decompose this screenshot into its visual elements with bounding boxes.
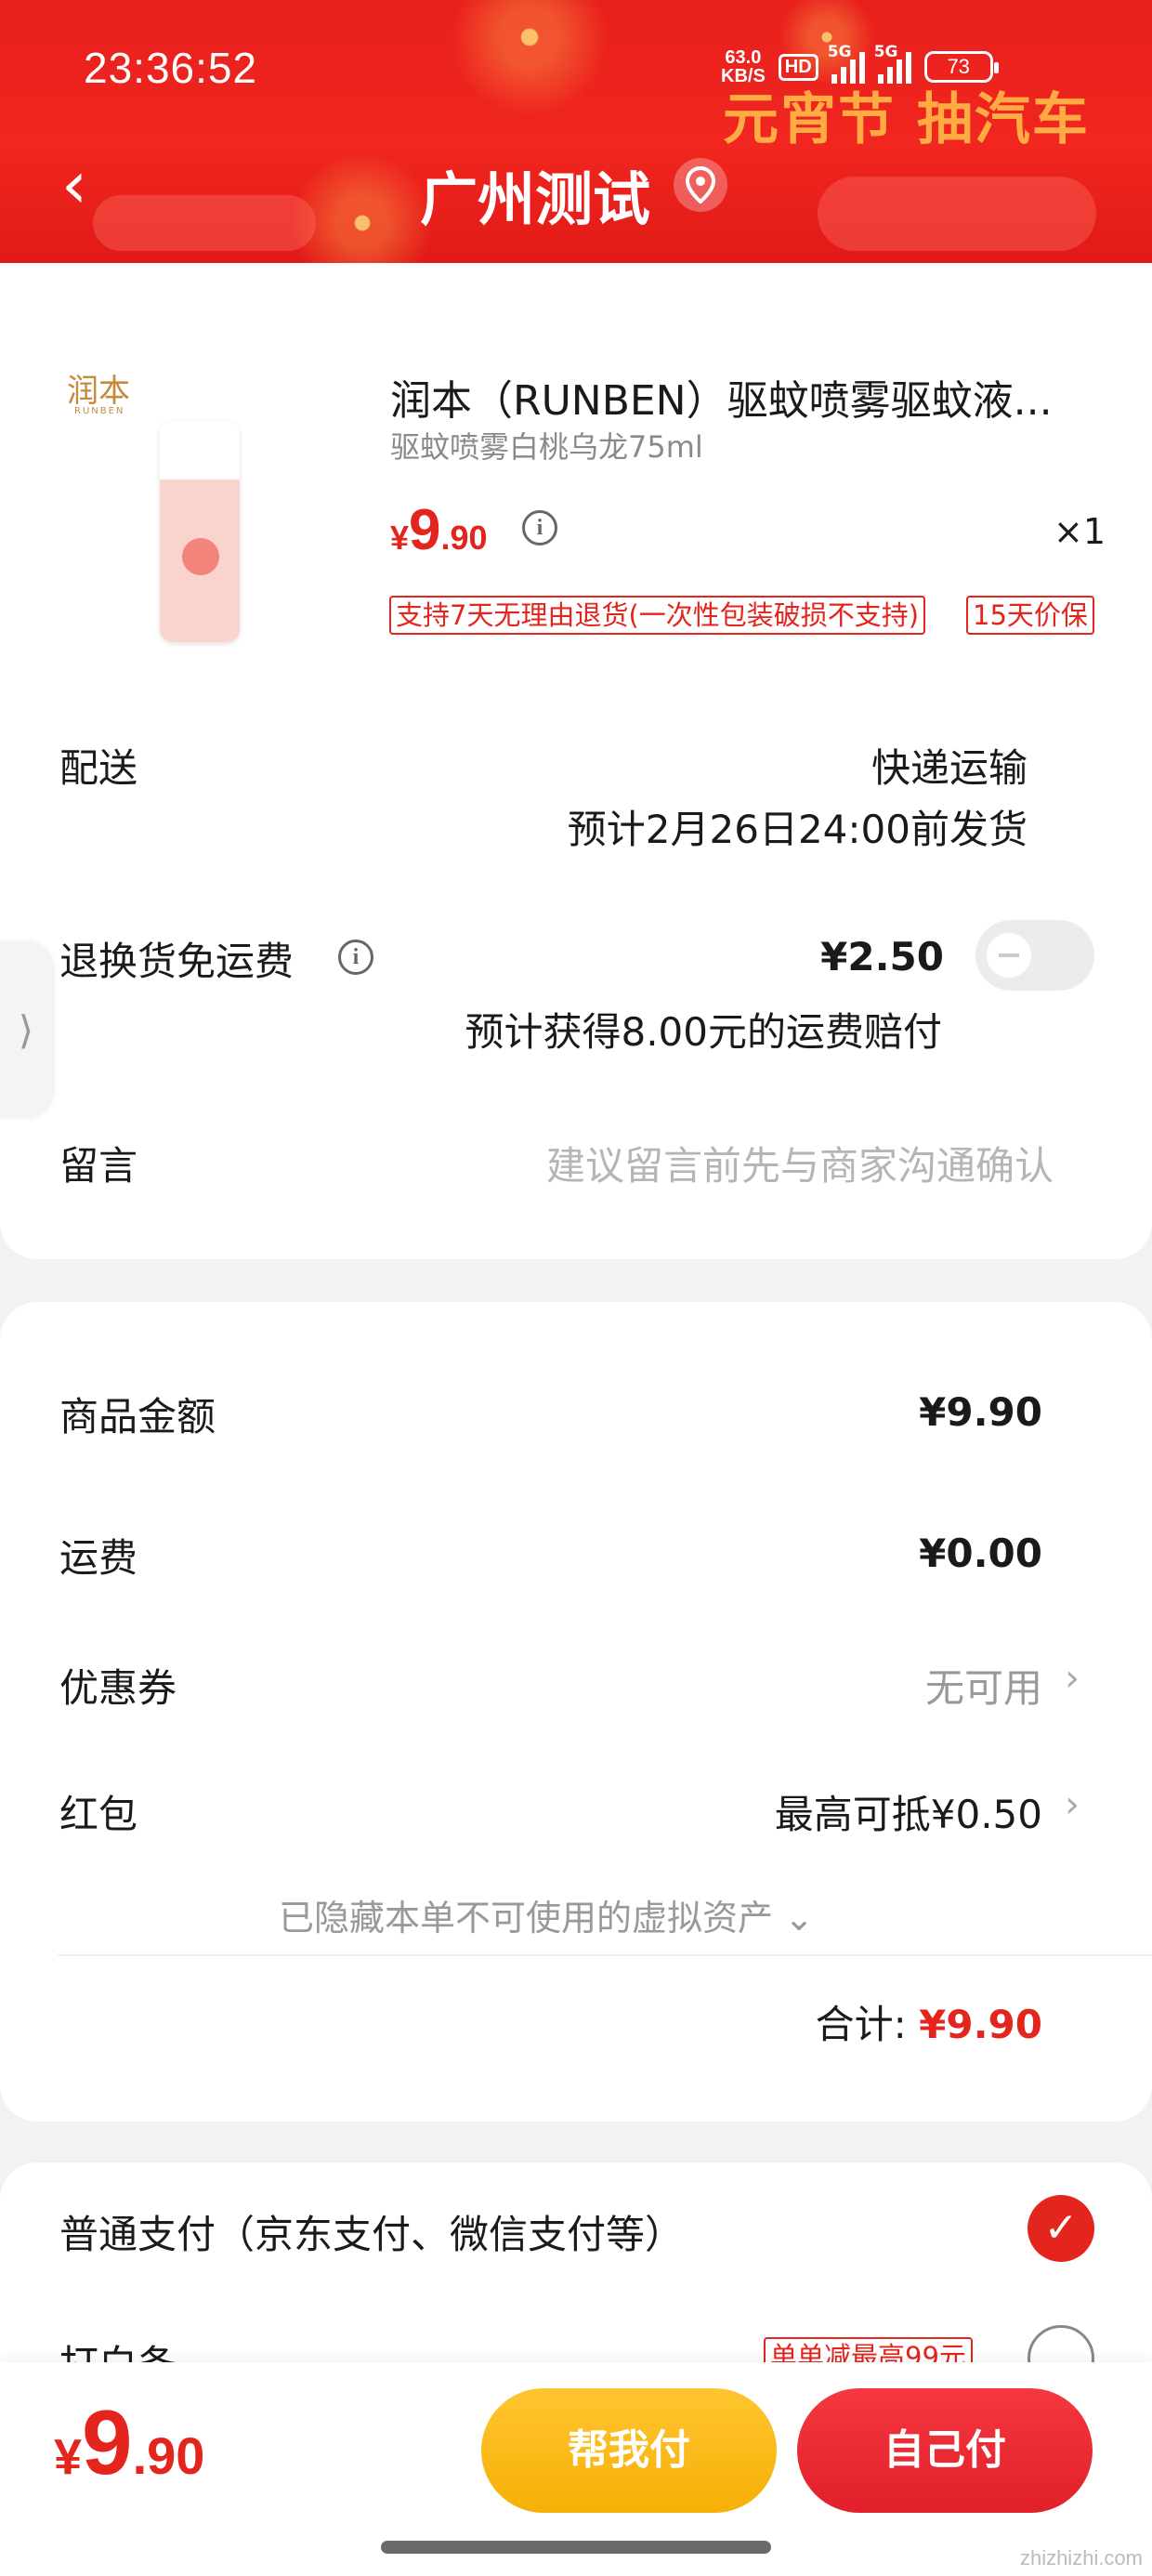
product-price: ¥9.90 bbox=[390, 498, 488, 562]
standard-payment-label[interactable]: 普通支付（京东支付、微信支付等） bbox=[59, 2203, 684, 2260]
return-shipping-label: 退换货免运费 bbox=[59, 939, 295, 984]
status-time: 23:36:52 bbox=[84, 44, 258, 92]
shipping-fee-label: 运费 bbox=[59, 1535, 138, 1581]
red-packet-label: 红包 bbox=[59, 1792, 138, 1837]
coupon-value[interactable]: 无可用 bbox=[925, 1657, 1042, 1714]
return-shipping-note: 预计获得8.00元的运费赔付 bbox=[465, 1009, 942, 1055]
header: 23:36:52 63.0 KB/S HD 5G 5G 73 元宵节 抽汽车 ‹… bbox=[0, 0, 1152, 263]
delivery-method[interactable]: 快递运输 bbox=[871, 737, 1028, 794]
help-pay-button[interactable]: 帮我付 bbox=[481, 2388, 777, 2513]
coupon-label: 优惠券 bbox=[59, 1665, 177, 1711]
product-name[interactable]: 润本（RUNBEN）驱蚊喷雾驱蚊液... bbox=[390, 367, 1053, 427]
red-packet-value[interactable]: 最高可抵¥0.50 bbox=[775, 1783, 1042, 1840]
checkout-total-price: ¥9.90 bbox=[54, 2391, 205, 2493]
product-quantity: ×1 bbox=[1054, 511, 1106, 552]
product-bottle bbox=[160, 421, 240, 642]
product-spec: 驱蚊喷雾白桃乌龙75ml bbox=[390, 429, 703, 465]
home-indicator[interactable] bbox=[381, 2541, 771, 2554]
order-item-card: 润本 RUNBEN 润本（RUNBEN）驱蚊喷雾驱蚊液... 驱蚊喷雾白桃乌龙7… bbox=[0, 263, 1152, 1259]
cloud-decoration bbox=[93, 195, 316, 251]
goods-amount-value: ¥9.90 bbox=[919, 1389, 1042, 1435]
promo-banner-text[interactable]: 元宵节 抽汽车 bbox=[723, 74, 1090, 155]
hidden-assets-toggle[interactable]: 已隐藏本单不可使用的虚拟资产 ⌄ bbox=[279, 1889, 814, 1940]
message-label: 留言 bbox=[59, 1143, 138, 1189]
self-pay-button[interactable]: 自己付 bbox=[797, 2388, 1093, 2513]
return-policy-tag: 支持7天无理由退货(一次性包装破损不支持) bbox=[389, 596, 926, 635]
checkmark-selected-icon[interactable]: ✓ bbox=[1028, 2195, 1094, 2262]
delivery-label: 配送 bbox=[59, 745, 138, 791]
firework-decoration bbox=[437, 0, 622, 130]
chevron-right-icon[interactable]: › bbox=[1065, 1783, 1080, 1826]
side-drawer-handle[interactable]: ⟩ bbox=[0, 941, 52, 1118]
chevron-right-icon[interactable]: › bbox=[1065, 1657, 1080, 1700]
location-pin-icon[interactable] bbox=[674, 158, 727, 212]
checkout-bar: ¥9.90 帮我付 自己付 zhizhizhi.com bbox=[0, 2362, 1152, 2576]
cloud-decoration bbox=[818, 177, 1096, 251]
message-input[interactable]: 建议留言前先与商家沟通确认 bbox=[546, 1135, 1054, 1191]
watermark: zhizhizhi.com bbox=[1019, 2546, 1143, 2569]
chevron-down-icon: ⌄ bbox=[784, 1898, 814, 1939]
product-image[interactable]: 润本 RUNBEN bbox=[56, 365, 251, 644]
delivery-eta: 预计2月26日24:00前发货 bbox=[567, 807, 1028, 852]
page-title: 广州测试 bbox=[420, 165, 651, 233]
price-summary-card: 商品金额 ¥9.90 运费 ¥0.00 优惠券 无可用 › 红包 最高可抵¥0.… bbox=[0, 1302, 1152, 2122]
brand-logo: 润本 bbox=[67, 373, 130, 410]
info-icon[interactable]: i bbox=[522, 510, 557, 545]
order-total: 合计: ¥9.90 bbox=[815, 2002, 1042, 2047]
free-return-toggle[interactable] bbox=[975, 920, 1094, 991]
goods-amount-label: 商品金额 bbox=[59, 1394, 216, 1439]
chevron-left-icon[interactable]: ‹ bbox=[61, 152, 87, 217]
info-icon[interactable]: i bbox=[338, 940, 373, 975]
divider bbox=[58, 1954, 1152, 1956]
price-protect-tag: 15天价保 bbox=[966, 596, 1094, 635]
shipping-fee-value: ¥0.00 bbox=[919, 1531, 1042, 1576]
return-shipping-price: ¥2.50 bbox=[820, 934, 944, 979]
